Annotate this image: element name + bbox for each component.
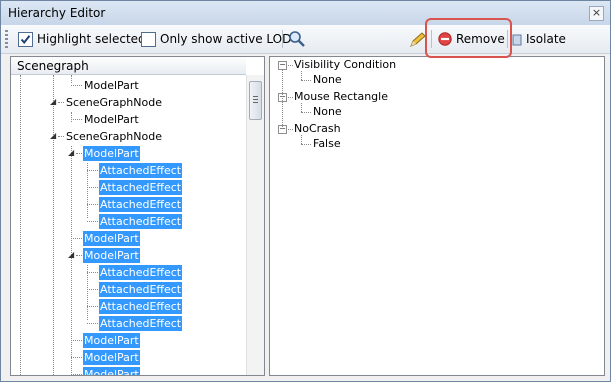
tree-line: [71, 374, 82, 375]
highlight-annotation-box: [425, 18, 512, 58]
tree-line: [87, 323, 98, 324]
tree-line: [282, 69, 283, 129]
tree-line: [301, 144, 311, 145]
tree-line: [301, 80, 311, 81]
property-name[interactable]: Visibility Condition: [294, 58, 396, 72]
tree-node[interactable]: ModelPart: [83, 146, 140, 161]
tree-line: [301, 135, 302, 144]
tree-line: [87, 289, 98, 290]
property-name[interactable]: NoCrash: [294, 122, 341, 136]
toolbar-grip[interactable]: [5, 30, 8, 48]
tree-line: [20, 75, 21, 375]
tree-node[interactable]: AttachedEffect: [99, 316, 183, 331]
toolbar: Highlight selected Only show active LOD …: [1, 25, 610, 54]
window-title: Hierarchy Editor: [8, 6, 106, 20]
property-name[interactable]: Mouse Rectangle: [294, 90, 388, 104]
property-value[interactable]: None: [313, 105, 342, 119]
collapse-triangle-icon[interactable]: ◢: [50, 97, 56, 106]
tree-line: [87, 306, 98, 307]
tree-node[interactable]: ModelPart: [83, 367, 140, 375]
tree-node[interactable]: AttachedEffect: [99, 214, 183, 229]
tree-node[interactable]: ModelPart: [83, 350, 140, 365]
tree-line: [87, 272, 98, 273]
highlight-selected-checkbox[interactable]: [18, 32, 33, 47]
tree-line: [288, 65, 293, 66]
tree-line: [301, 112, 311, 113]
toolbar-separator: [282, 30, 283, 48]
tree-node[interactable]: AttachedEffect: [99, 163, 183, 178]
tree-line: [87, 187, 98, 188]
vertical-scrollbar[interactable]: [246, 75, 264, 375]
tree-line: [71, 340, 82, 341]
collapse-triangle-icon[interactable]: ◢: [50, 131, 56, 140]
tree-line: [288, 129, 293, 130]
check-icon: [20, 35, 31, 45]
collapse-triangle-icon[interactable]: ◢: [68, 148, 74, 157]
tree-line: [76, 153, 82, 154]
tree-node[interactable]: ModelPart: [83, 112, 140, 127]
highlight-selected-label: Highlight selected: [37, 32, 146, 46]
only-active-lod-label: Only show active LOD: [160, 32, 292, 46]
tree-node[interactable]: ModelPart: [83, 248, 140, 263]
property-value[interactable]: None: [313, 73, 342, 87]
hierarchy-editor-window: Hierarchy Editor × Highlight selected On…: [0, 0, 611, 382]
isolate-icon[interactable]: [512, 34, 522, 46]
properties-panel: − Visibility Condition None − Mouse Rectangl…: [269, 56, 605, 376]
tree-node[interactable]: AttachedEffect: [99, 299, 183, 314]
tree-node[interactable]: ModelPart: [83, 78, 140, 93]
tree-node[interactable]: AttachedEffect: [99, 282, 183, 297]
tree-node[interactable]: ModelPart: [83, 333, 140, 348]
tree-line: [87, 204, 98, 205]
tree-line: [71, 357, 82, 358]
tree-line: [71, 112, 72, 122]
tree-line: [53, 75, 54, 375]
tree-node[interactable]: SceneGraphNode: [65, 95, 163, 110]
tree-line: [288, 97, 293, 98]
magnifier-icon[interactable]: [288, 30, 306, 48]
title-bar[interactable]: Hierarchy Editor ×: [1, 1, 610, 25]
tree-line: [71, 119, 82, 120]
tree-line: [58, 136, 64, 137]
tree-line: [58, 102, 64, 103]
tree-line: [87, 221, 98, 222]
only-active-lod-checkbox[interactable]: [141, 32, 156, 47]
close-button[interactable]: ×: [589, 6, 604, 21]
tree-line: [76, 255, 82, 256]
property-value[interactable]: False: [313, 137, 341, 151]
tree-node[interactable]: AttachedEffect: [99, 197, 183, 212]
tree-line: [301, 103, 302, 112]
tree-line: [87, 265, 88, 320]
tree-line: [87, 163, 88, 218]
tree-line: [71, 85, 82, 86]
tree-line: [87, 170, 98, 171]
tree-node[interactable]: AttachedEffect: [99, 180, 183, 195]
collapse-triangle-icon[interactable]: ◢: [68, 250, 74, 259]
scenegraph-header[interactable]: Scenegraph: [11, 57, 246, 75]
tree-node[interactable]: ModelPart: [83, 231, 140, 246]
isolate-button[interactable]: Isolate: [526, 32, 566, 46]
tree-node[interactable]: SceneGraphNode: [65, 129, 163, 144]
scenegraph-panel: Scenegraph ModelPart ◢ SceneGraphNode Model…: [10, 56, 265, 376]
scrollbar-thumb[interactable]: [249, 81, 262, 120]
tree-node[interactable]: AttachedEffect: [99, 265, 183, 280]
tree-line: [71, 75, 72, 83]
tree-line: [301, 71, 302, 80]
tree-line: [71, 238, 82, 239]
